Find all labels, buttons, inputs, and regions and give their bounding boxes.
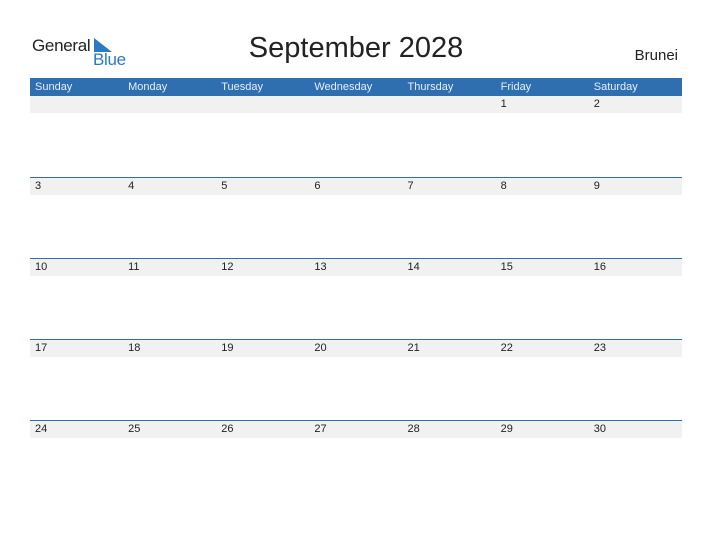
day-cell: 30 (593, 423, 606, 435)
day-cell: 26 (221, 423, 234, 435)
day-cell: 27 (314, 423, 327, 435)
day-cell: 2 (593, 98, 600, 110)
weekday-header: Sunday Monday Tuesday Wednesday Thursday… (30, 78, 682, 96)
day-cell: 21 (407, 342, 420, 354)
day-cell: 25 (128, 423, 141, 435)
day-cell: 28 (407, 423, 420, 435)
week-row: 10 11 12 13 14 15 16 (30, 258, 682, 339)
day-cell: 4 (128, 180, 135, 192)
weekday-thursday: Thursday (407, 81, 454, 93)
day-cell: 1 (500, 98, 507, 110)
day-cell: 16 (593, 261, 606, 273)
day-cell (216, 96, 309, 113)
day-cell (403, 96, 496, 113)
day-cell: 12 (221, 261, 234, 273)
day-cell: 20 (314, 342, 327, 354)
week-row: 17 18 19 20 21 22 23 (30, 339, 682, 420)
day-cell: 17 (35, 342, 48, 354)
country-label: Brunei (634, 47, 678, 64)
day-cell (30, 96, 123, 113)
day-cell (309, 96, 402, 113)
week-row: 3 4 5 6 7 8 9 (30, 177, 682, 258)
day-cell: 9 (593, 180, 600, 192)
day-cell: 3 (35, 180, 42, 192)
day-cell: 24 (35, 423, 48, 435)
day-cell: 6 (314, 180, 321, 192)
day-cell (123, 96, 216, 113)
weekday-wednesday: Wednesday (314, 81, 373, 93)
day-cell: 23 (593, 342, 606, 354)
day-cell: 8 (500, 180, 507, 192)
calendar-grid: Sunday Monday Tuesday Wednesday Thursday… (30, 78, 682, 501)
calendar-title: September 2028 (248, 32, 464, 64)
weekday-sunday: Sunday (35, 81, 73, 93)
day-cell: 19 (221, 342, 234, 354)
day-cell: 7 (407, 180, 414, 192)
weekday-monday: Monday (128, 81, 168, 93)
day-cell: 10 (35, 261, 48, 273)
week-row: 1 2 (30, 96, 682, 177)
day-cell: 29 (500, 423, 513, 435)
day-cell: 22 (500, 342, 513, 354)
day-cell: 18 (128, 342, 141, 354)
day-cell: 11 (128, 261, 140, 273)
weekday-friday: Friday (500, 81, 532, 93)
day-cell: 5 (221, 180, 228, 192)
day-cell: 13 (314, 261, 327, 273)
week-row: 24 25 26 27 28 29 30 (30, 420, 682, 501)
weekday-tuesday: Tuesday (221, 81, 264, 93)
day-cell: 14 (407, 261, 420, 273)
weekday-saturday: Saturday (593, 81, 638, 93)
day-cell: 15 (500, 261, 513, 273)
